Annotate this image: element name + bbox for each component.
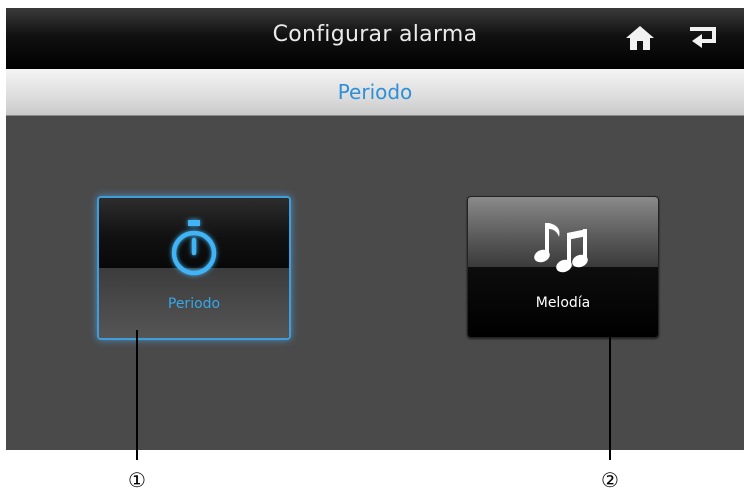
callout-line-1 [136,330,138,460]
sub-header-title: Periodo [337,80,413,104]
back-arrow-icon [690,27,716,48]
stopwatch-icon [171,220,217,276]
callout-number-2: ② [601,468,619,492]
callout-line-2 [609,330,611,460]
alarm-screen: Configurar alarma Periodo Periodo Melodí… [6,8,744,450]
periodo-label: Periodo [167,296,221,312]
title-bar: Configurar alarma [6,8,744,69]
melodia-button[interactable]: Melodía [467,196,659,338]
back-button[interactable] [686,23,720,53]
home-button[interactable] [623,23,657,53]
home-icon [626,26,654,50]
periodo-button[interactable]: Periodo [97,196,291,340]
callout-number-1: ① [128,468,146,492]
music-notes-icon [534,223,588,273]
sub-header: Periodo [6,69,744,116]
melodia-label: Melodía [535,295,591,311]
